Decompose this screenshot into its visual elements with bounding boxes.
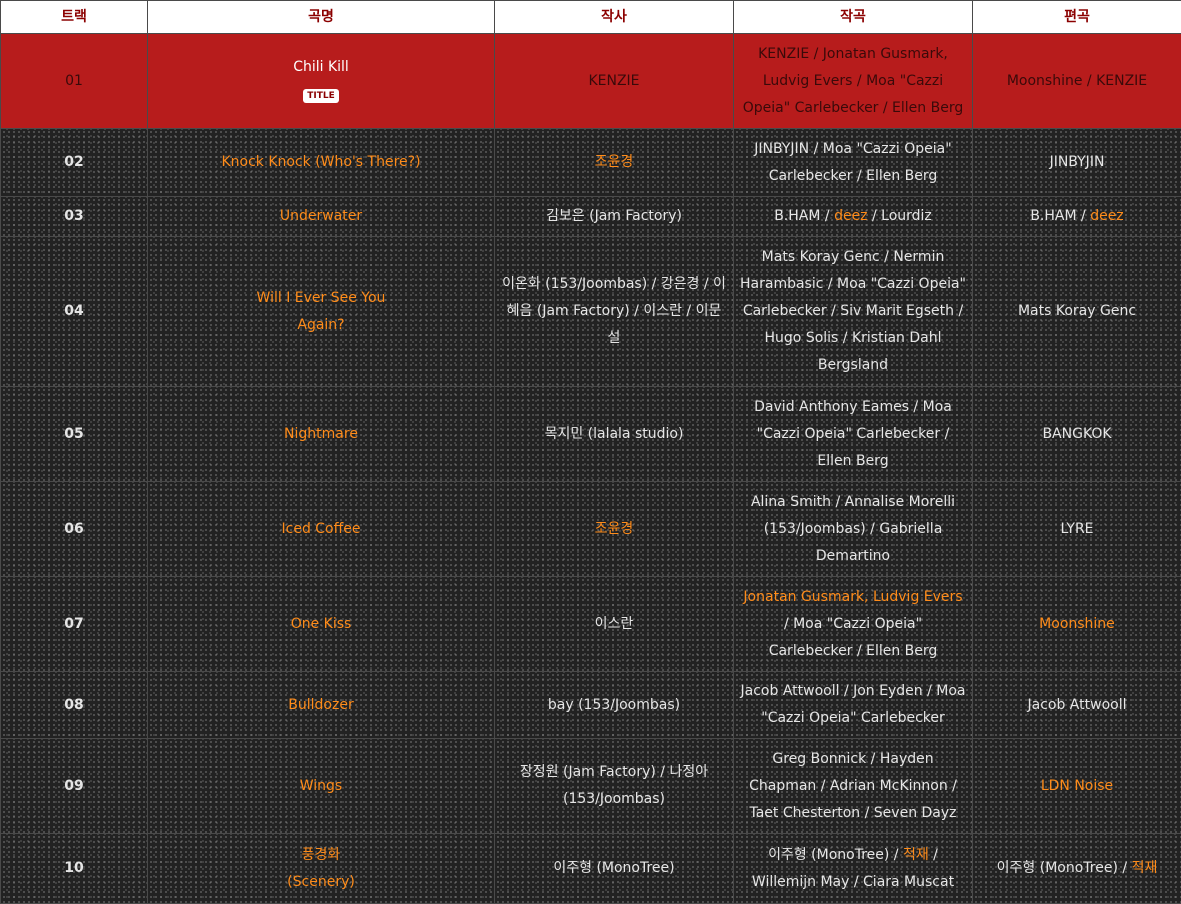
arrangement-cell: 이주형 (MonoTree) / 적재	[973, 834, 1181, 904]
song-cell: 풍경화 (Scenery)	[148, 834, 495, 904]
table-row: 04 Will I Ever See You Again? 이온화 (153/J…	[1, 237, 1181, 387]
song-cell: Nightmare	[148, 387, 495, 482]
song-title-link[interactable]: One Kiss	[291, 616, 352, 632]
track-number: 03	[1, 197, 148, 237]
composition-cell: B.HAM / deez / Lourdiz	[734, 197, 973, 237]
track-number: 02	[1, 129, 148, 197]
composer-link[interactable]: 적재	[903, 847, 929, 863]
composer-text: / Moa "Cazzi Opeia" Carlebecker / Ellen …	[769, 616, 938, 659]
composer-link[interactable]: deez	[834, 208, 867, 224]
track-number: 10	[1, 834, 148, 904]
lyrics-cell: 김보은 (Jam Factory)	[495, 197, 734, 237]
table-header-row: 트랙 곡명 작사 작곡 편곡	[1, 1, 1181, 34]
composer-text: 이주형 (MonoTree) /	[768, 847, 903, 863]
song-title-link[interactable]: Underwater	[280, 208, 362, 224]
song-title-link[interactable]: Nightmare	[284, 426, 358, 442]
song-cell: Chili Kill TITLE	[148, 34, 495, 129]
arranger-link[interactable]: 적재	[1132, 860, 1158, 876]
lyrics-cell: 조윤경	[495, 129, 734, 197]
song-cell: One Kiss	[148, 577, 495, 672]
arrangement-cell: Moonshine	[973, 577, 1181, 672]
song-title-link[interactable]: Wings	[300, 778, 342, 794]
arrangement-cell: Moonshine / KENZIE	[973, 34, 1181, 129]
song-cell: Iced Coffee	[148, 482, 495, 577]
arranger-link[interactable]: deez	[1090, 208, 1123, 224]
table-row: 07 One Kiss 이스란 Jonatan Gusmark, Ludvig …	[1, 577, 1181, 672]
arranger-link[interactable]: LDN Noise	[1041, 778, 1113, 794]
song-title-link[interactable]: Will I Ever See You Again?	[256, 285, 386, 339]
arrangement-cell: LDN Noise	[973, 739, 1181, 834]
lyrics-cell: KENZIE	[495, 34, 734, 129]
track-number: 09	[1, 739, 148, 834]
table-row: 02 Knock Knock (Who's There?) 조윤경 JINBYJ…	[1, 129, 1181, 197]
song-title-link[interactable]: Iced Coffee	[282, 521, 361, 537]
title-badge: TITLE	[303, 89, 339, 103]
table-row: 10 풍경화 (Scenery) 이주형 (MonoTree) 이주형 (Mon…	[1, 834, 1181, 904]
lyrics-cell: 장정원 (Jam Factory) / 나정아 (153/Joombas)	[495, 739, 734, 834]
header-arrangement: 편곡	[973, 1, 1181, 34]
arrangement-cell: LYRE	[973, 482, 1181, 577]
table-row: 08 Bulldozer bay (153/Joombas) Jacob Att…	[1, 672, 1181, 739]
arrangement-cell: B.HAM / deez	[973, 197, 1181, 237]
song-title-link[interactable]: Knock Knock (Who's There?)	[221, 154, 420, 170]
composition-cell: Mats Koray Genc / Nermin Harambasic / Mo…	[734, 237, 973, 387]
arranger-text: 이주형 (MonoTree) /	[997, 860, 1132, 876]
table-row: 06 Iced Coffee 조윤경 Alina Smith / Annalis…	[1, 482, 1181, 577]
lyrics-cell: 조윤경	[495, 482, 734, 577]
lyrics-cell: 이온화 (153/Joombas) / 강은경 / 이혜음 (Jam Facto…	[495, 237, 734, 387]
song-title[interactable]: Chili Kill	[154, 54, 488, 81]
composition-cell: Greg Bonnick / Hayden Chapman / Adrian M…	[734, 739, 973, 834]
header-lyrics: 작사	[495, 1, 734, 34]
table-row: 03 Underwater 김보은 (Jam Factory) B.HAM / …	[1, 197, 1181, 237]
composition-cell: JINBYJIN / Moa "Cazzi Opeia" Carlebecker…	[734, 129, 973, 197]
lyrics-cell: 목지민 (lalala studio)	[495, 387, 734, 482]
lyrics-cell: 이스란	[495, 577, 734, 672]
track-number: 04	[1, 237, 148, 387]
song-cell: Bulldozer	[148, 672, 495, 739]
lyrics-cell: 이주형 (MonoTree)	[495, 834, 734, 904]
composer-text: B.HAM /	[774, 208, 834, 224]
composition-cell: KENZIE / Jonatan Gusmark, Ludvig Evers /…	[734, 34, 973, 129]
lyrics-cell: bay (153/Joombas)	[495, 672, 734, 739]
arrangement-cell: BANGKOK	[973, 387, 1181, 482]
track-number: 08	[1, 672, 148, 739]
track-number: 01	[1, 34, 148, 129]
table-row: 05 Nightmare 목지민 (lalala studio) David A…	[1, 387, 1181, 482]
composition-cell: David Anthony Eames / Moa "Cazzi Opeia" …	[734, 387, 973, 482]
header-song: 곡명	[148, 1, 495, 34]
song-title-link[interactable]: 풍경화 (Scenery)	[276, 842, 366, 896]
composition-cell: Jacob Attwooll / Jon Eyden / Moa "Cazzi …	[734, 672, 973, 739]
arrangement-cell: Jacob Attwooll	[973, 672, 1181, 739]
composition-cell: Jonatan Gusmark, Ludvig Evers / Moa "Caz…	[734, 577, 973, 672]
composition-cell: 이주형 (MonoTree) / 적재 / Willemijn May / Ci…	[734, 834, 973, 904]
track-number: 06	[1, 482, 148, 577]
lyricist-link[interactable]: 조윤경	[595, 154, 634, 170]
track-number: 05	[1, 387, 148, 482]
arrangement-cell: JINBYJIN	[973, 129, 1181, 197]
lyricist-link[interactable]: 조윤경	[595, 521, 634, 537]
header-composition: 작곡	[734, 1, 973, 34]
song-cell: Underwater	[148, 197, 495, 237]
table-row: 09 Wings 장정원 (Jam Factory) / 나정아 (153/Jo…	[1, 739, 1181, 834]
header-track: 트랙	[1, 1, 148, 34]
tracklist-table: 트랙 곡명 작사 작곡 편곡 01 Chili Kill TITLE KENZI…	[0, 0, 1181, 904]
table-row: 01 Chili Kill TITLE KENZIE KENZIE / Jona…	[1, 34, 1181, 129]
arranger-link[interactable]: Moonshine	[1039, 616, 1115, 632]
composer-link[interactable]: Jonatan Gusmark, Ludvig Evers	[743, 589, 962, 605]
track-number: 07	[1, 577, 148, 672]
arranger-text: B.HAM /	[1030, 208, 1090, 224]
song-title-link[interactable]: Bulldozer	[288, 697, 353, 713]
arrangement-cell: Mats Koray Genc	[973, 237, 1181, 387]
composer-text: / Lourdiz	[868, 208, 932, 224]
composition-cell: Alina Smith / Annalise Morelli (153/Joom…	[734, 482, 973, 577]
song-cell: Wings	[148, 739, 495, 834]
song-cell: Will I Ever See You Again?	[148, 237, 495, 387]
song-cell: Knock Knock (Who's There?)	[148, 129, 495, 197]
